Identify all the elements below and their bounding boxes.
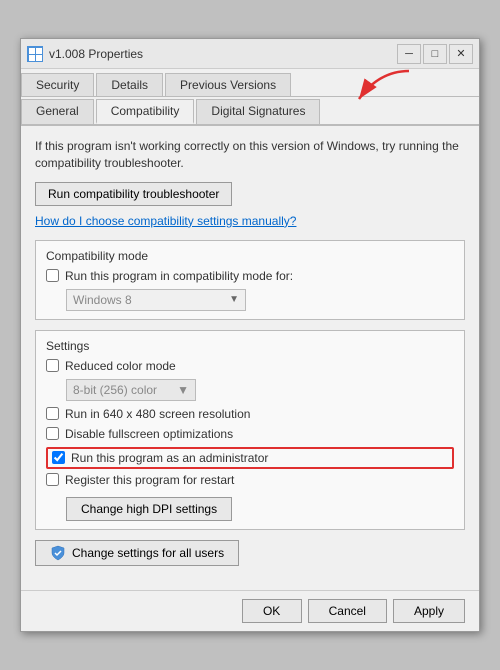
- compatibility-mode-checkbox-row: Run this program in compatibility mode f…: [46, 269, 454, 283]
- dropdown-value: Windows 8: [73, 293, 132, 307]
- tab-previous-versions[interactable]: Previous Versions: [165, 73, 291, 96]
- change-all-label: Change settings for all users: [72, 546, 224, 560]
- color-dropdown-value: 8-bit (256) color: [73, 383, 157, 397]
- properties-window: v1.008 Properties ─ □ ✕ Security Details: [20, 38, 480, 632]
- restart-row: Register this program for restart: [46, 473, 454, 487]
- dropdown-arrow: ▼: [229, 294, 239, 305]
- tab-security[interactable]: Security: [21, 73, 94, 96]
- close-button[interactable]: ✕: [449, 44, 473, 64]
- restart-label: Register this program for restart: [65, 473, 234, 487]
- settings-label: Settings: [46, 339, 454, 353]
- help-link[interactable]: How do I choose compatibility settings m…: [35, 214, 465, 228]
- reduced-color-checkbox[interactable]: [46, 359, 59, 372]
- description-text: If this program isn't working correctly …: [35, 138, 465, 172]
- title-bar: v1.008 Properties ─ □ ✕: [21, 39, 479, 69]
- fullscreen-row: Disable fullscreen optimizations: [46, 427, 454, 441]
- compatibility-mode-label: Compatibility mode: [46, 249, 454, 263]
- resolution-label: Run in 640 x 480 screen resolution: [65, 407, 250, 421]
- admin-row: Run this program as an administrator: [46, 447, 454, 469]
- title-bar-buttons: ─ □ ✕: [397, 44, 473, 64]
- settings-section: Settings Reduced color mode 8-bit (256) …: [35, 330, 465, 530]
- change-all-row: Change settings for all users: [35, 540, 465, 566]
- fullscreen-checkbox[interactable]: [46, 427, 59, 440]
- resolution-checkbox[interactable]: [46, 407, 59, 420]
- troubleshooter-button[interactable]: Run compatibility troubleshooter: [35, 182, 232, 206]
- tab-details[interactable]: Details: [96, 73, 163, 96]
- tab-general[interactable]: General: [21, 99, 94, 124]
- compatibility-mode-dropdown[interactable]: Windows 8 ▼: [66, 289, 246, 311]
- change-all-button[interactable]: Change settings for all users: [35, 540, 239, 566]
- admin-checkbox[interactable]: [52, 451, 65, 464]
- shield-icon: [50, 545, 66, 561]
- color-dropdown-arrow: ▼: [177, 383, 189, 397]
- restart-checkbox[interactable]: [46, 473, 59, 486]
- compatibility-mode-section: Compatibility mode Run this program in c…: [35, 240, 465, 320]
- window-title: v1.008 Properties: [49, 47, 397, 61]
- ok-button[interactable]: OK: [242, 599, 302, 623]
- maximize-button[interactable]: □: [423, 44, 447, 64]
- bottom-buttons: OK Cancel Apply: [21, 590, 479, 631]
- content-area: If this program isn't working correctly …: [21, 126, 479, 590]
- admin-label: Run this program as an administrator: [71, 451, 268, 465]
- window-icon: [27, 46, 43, 62]
- compatibility-mode-checkbox-label: Run this program in compatibility mode f…: [65, 269, 293, 283]
- tab-digital-signatures[interactable]: Digital Signatures: [196, 99, 320, 124]
- resolution-row: Run in 640 x 480 screen resolution: [46, 407, 454, 421]
- tab-compatibility[interactable]: Compatibility: [96, 99, 195, 124]
- color-dropdown[interactable]: 8-bit (256) color ▼: [66, 379, 196, 401]
- fullscreen-label: Disable fullscreen optimizations: [65, 427, 233, 441]
- tabs-row-2: General Compatibility Digital Signatures: [21, 97, 479, 126]
- tabs-row-1: Security Details Previous Versions: [21, 69, 479, 97]
- compatibility-mode-checkbox[interactable]: [46, 269, 59, 282]
- reduced-color-label: Reduced color mode: [65, 359, 176, 373]
- cancel-button[interactable]: Cancel: [308, 599, 387, 623]
- reduced-color-row: Reduced color mode: [46, 359, 454, 373]
- change-dpi-button[interactable]: Change high DPI settings: [66, 497, 232, 521]
- apply-button[interactable]: Apply: [393, 599, 465, 623]
- minimize-button[interactable]: ─: [397, 44, 421, 64]
